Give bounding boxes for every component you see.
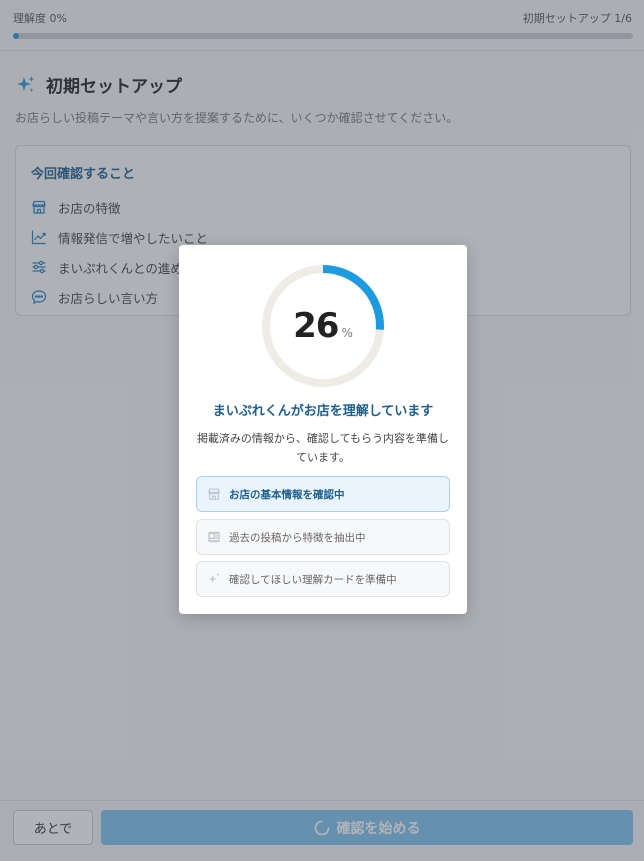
step-label: 確認してほしい理解カードを準備中 bbox=[229, 573, 397, 586]
step-item-basic-info: お店の基本情報を確認中 bbox=[196, 476, 450, 512]
percent-value: 26 bbox=[293, 306, 339, 346]
analysis-progress-modal: 26 % まいぷれくんがお店を理解しています 掲載済みの情報から、確認してもらう… bbox=[179, 245, 467, 614]
percent-readout: 26 % bbox=[258, 261, 388, 391]
modal-description: 掲載済みの情報から、確認してもらう内容を準備しています。 bbox=[196, 432, 450, 464]
sparkle-icon bbox=[207, 572, 221, 586]
step-label: お店の基本情報を確認中 bbox=[229, 488, 345, 501]
percent-unit: % bbox=[341, 326, 353, 340]
step-item-prepare-cards: 確認してほしい理解カードを準備中 bbox=[196, 561, 450, 597]
document-icon bbox=[207, 530, 221, 544]
progress-ring: 26 % bbox=[258, 261, 388, 391]
step-label: 過去の投稿から特徴を抽出中 bbox=[229, 531, 366, 544]
modal-title: まいぷれくんがお店を理解しています bbox=[212, 404, 434, 419]
step-item-extract-features: 過去の投稿から特徴を抽出中 bbox=[196, 519, 450, 555]
store-icon bbox=[207, 487, 221, 501]
